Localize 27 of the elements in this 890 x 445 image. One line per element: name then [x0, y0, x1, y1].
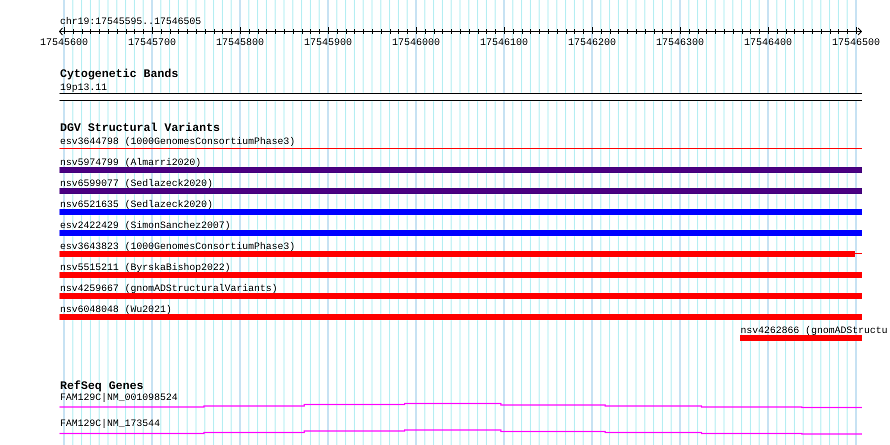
- variant-label: nsv4259667 (gnomADStructuralVariants): [60, 283, 278, 294]
- tick-label: 17546100: [480, 38, 528, 49]
- track-title: DGV Structural Variants: [60, 122, 220, 135]
- gene-label: FAM129C|NM_001098524: [60, 392, 178, 403]
- variant-label: esv2422429 (SimonSanchez2007): [60, 220, 230, 231]
- variant-label: nsv5515211 (ByrskaBishop2022): [60, 262, 230, 273]
- tick-label: 17545800: [216, 38, 264, 49]
- region-label: chr19:17545595..17546505: [60, 16, 202, 27]
- tick-label: 17545700: [128, 38, 176, 49]
- tick-label: 17546400: [744, 38, 792, 49]
- tick-label: 17546200: [568, 38, 616, 49]
- gene-label: FAM129C|NM_173544: [60, 418, 160, 429]
- track-title: Cytogenetic Bands: [60, 68, 178, 81]
- variant-label: nsv6521635 (Sedlazeck2020): [60, 199, 213, 210]
- track-title: RefSeq Genes: [60, 380, 144, 393]
- band-label: 19p13.11: [60, 82, 108, 93]
- tick-label: 17545900: [304, 38, 352, 49]
- variant-label: esv3643823 (1000GenomesConsortiumPhase3): [60, 241, 296, 252]
- variant-label: nsv6599077 (Sedlazeck2020): [60, 178, 213, 189]
- variant-label: nsv4262866 (gnomADStructu: [740, 325, 888, 336]
- variant-label: esv3644798 (1000GenomesConsortiumPhase3): [60, 136, 296, 147]
- variant-label: nsv6048048 (Wu2021): [60, 304, 172, 315]
- tick-label: 17546000: [392, 38, 440, 49]
- tick-label: 17546300: [656, 38, 704, 49]
- tick-label: 17545600: [40, 38, 88, 49]
- tick-label: 17546500: [832, 38, 880, 49]
- variant-label: nsv5974799 (Almarri2020): [60, 157, 202, 168]
